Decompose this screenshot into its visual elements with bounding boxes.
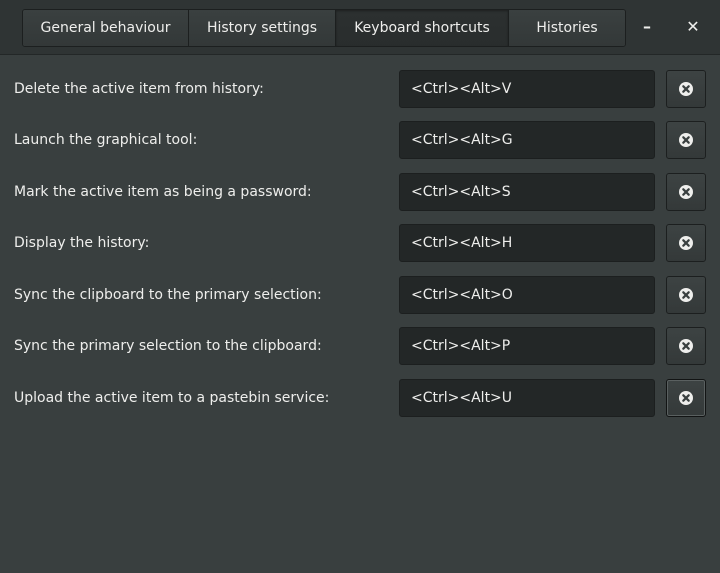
tab-switcher: General behaviour History settings Keybo…	[22, 9, 626, 47]
clear-icon	[679, 82, 693, 96]
clear-shortcut-button[interactable]	[666, 379, 706, 417]
clear-icon	[679, 391, 693, 405]
tab-keyboard-shortcuts[interactable]: Keyboard shortcuts	[336, 10, 509, 46]
clear-shortcut-button[interactable]	[666, 70, 706, 108]
shortcut-field-mark-password[interactable]: <Ctrl><Alt>S	[399, 173, 655, 211]
clear-icon	[679, 339, 693, 353]
shortcut-row: Launch the graphical tool: <Ctrl><Alt>G	[0, 121, 720, 159]
clear-icon	[679, 185, 693, 199]
preferences-window: General behaviour History settings Keybo…	[0, 0, 720, 573]
shortcut-row: Display the history: <Ctrl><Alt>H	[0, 224, 720, 262]
shortcut-label: Display the history:	[14, 235, 150, 251]
shortcut-row: Upload the active item to a pastebin ser…	[0, 379, 720, 417]
clear-shortcut-button[interactable]	[666, 121, 706, 159]
shortcut-field-display-history[interactable]: <Ctrl><Alt>H	[399, 224, 655, 262]
shortcut-field-launch-tool[interactable]: <Ctrl><Alt>G	[399, 121, 655, 159]
shortcut-label: Mark the active item as being a password…	[14, 184, 312, 200]
shortcut-label: Launch the graphical tool:	[14, 132, 198, 148]
clear-icon	[679, 236, 693, 250]
clear-shortcut-button[interactable]	[666, 327, 706, 365]
minimize-button[interactable]: –	[633, 13, 661, 41]
clear-shortcut-button[interactable]	[666, 224, 706, 262]
clear-shortcut-button[interactable]	[666, 173, 706, 211]
shortcut-label: Sync the primary selection to the clipbo…	[14, 338, 322, 354]
clear-icon	[679, 133, 693, 147]
header-bar: General behaviour History settings Keybo…	[0, 0, 720, 55]
tab-general-behaviour[interactable]: General behaviour	[23, 10, 189, 46]
clear-icon	[679, 288, 693, 302]
shortcut-label: Delete the active item from history:	[14, 81, 264, 97]
shortcut-label: Upload the active item to a pastebin ser…	[14, 390, 330, 406]
shortcut-row: Delete the active item from history: <Ct…	[0, 70, 720, 108]
shortcut-field-upload-pastebin[interactable]: <Ctrl><Alt>U	[399, 379, 655, 417]
shortcut-field-sync-primary[interactable]: <Ctrl><Alt>P	[399, 327, 655, 365]
tab-history-settings[interactable]: History settings	[189, 10, 336, 46]
close-window-button[interactable]: ✕	[679, 13, 707, 41]
shortcut-row: Sync the primary selection to the clipbo…	[0, 327, 720, 365]
shortcut-row: Sync the clipboard to the primary select…	[0, 276, 720, 314]
shortcut-label: Sync the clipboard to the primary select…	[14, 287, 322, 303]
shortcut-field-sync-clipboard[interactable]: <Ctrl><Alt>O	[399, 276, 655, 314]
shortcut-field-delete-item[interactable]: <Ctrl><Alt>V	[399, 70, 655, 108]
clear-shortcut-button[interactable]	[666, 276, 706, 314]
shortcut-row: Mark the active item as being a password…	[0, 173, 720, 211]
tab-histories[interactable]: Histories	[509, 10, 625, 46]
